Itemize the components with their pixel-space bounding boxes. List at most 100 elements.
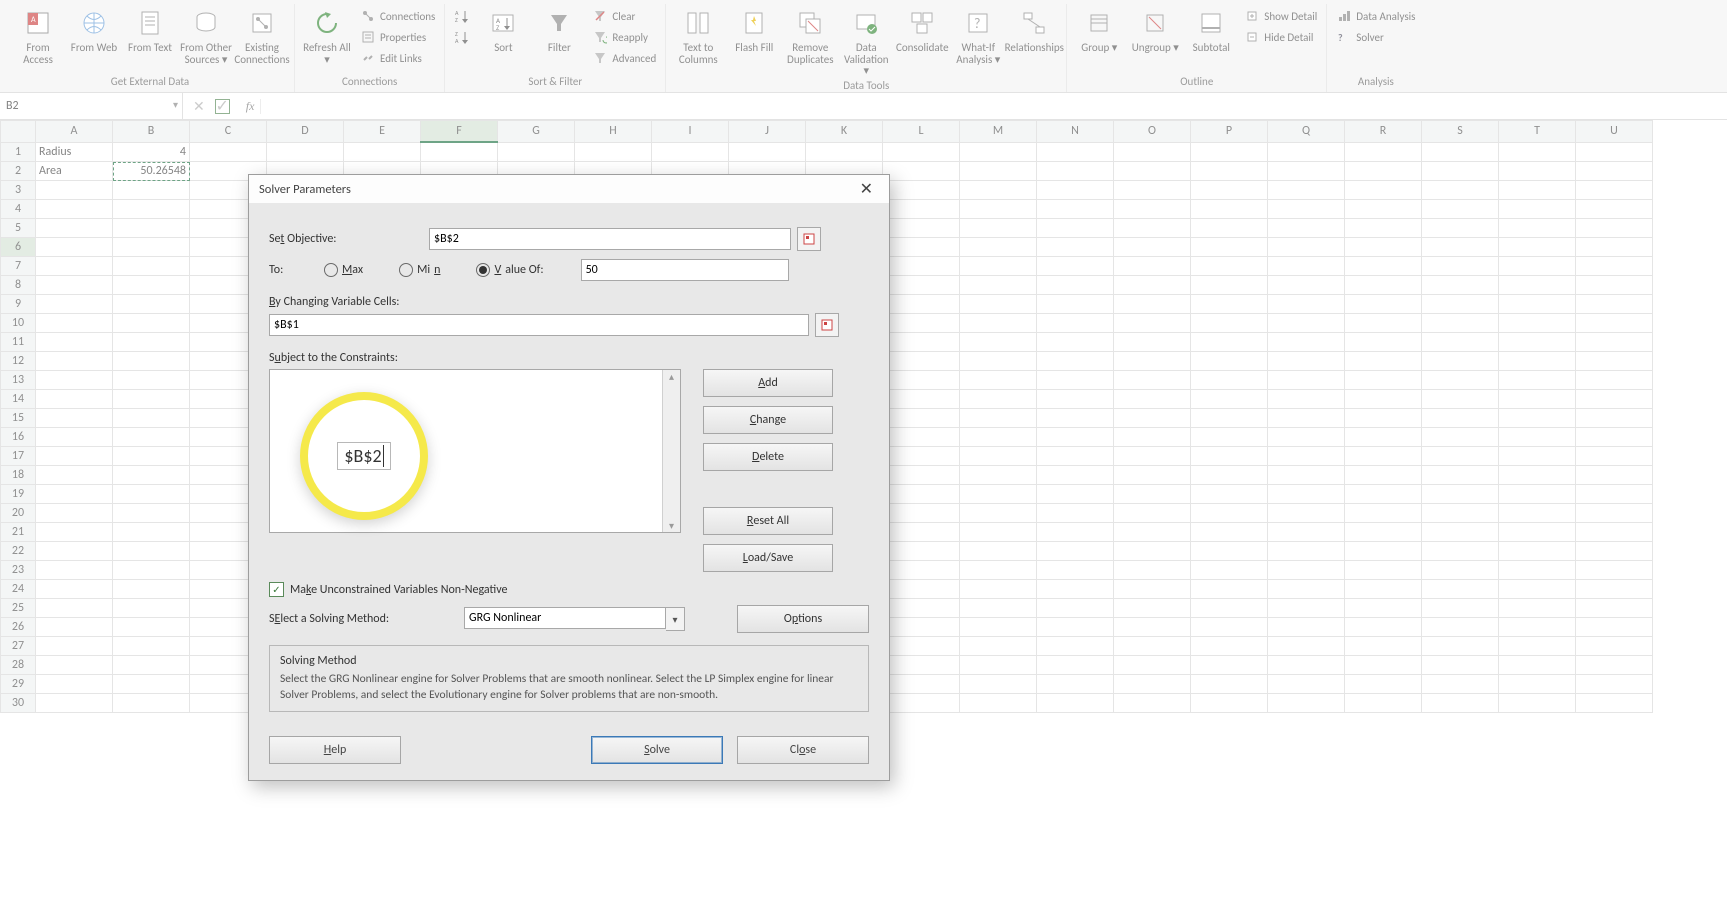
clear-filter-button[interactable]: Clear <box>589 6 659 26</box>
cell[interactable] <box>1499 599 1576 618</box>
cell[interactable] <box>1576 504 1653 523</box>
col-header[interactable]: R <box>1345 121 1422 143</box>
cell[interactable] <box>960 314 1037 333</box>
cell[interactable] <box>1037 466 1114 485</box>
cell[interactable] <box>1114 333 1191 352</box>
cell[interactable] <box>1268 599 1345 618</box>
cell[interactable] <box>113 428 190 447</box>
enter-formula-icon[interactable]: ✓ <box>215 99 230 114</box>
cell[interactable] <box>36 561 113 580</box>
cell[interactable] <box>1114 504 1191 523</box>
cell[interactable] <box>1037 371 1114 390</box>
cell[interactable] <box>1345 656 1422 675</box>
cell[interactable] <box>1499 333 1576 352</box>
col-header[interactable]: D <box>267 121 344 143</box>
cell[interactable] <box>1499 637 1576 656</box>
name-box[interactable]: B2▾ <box>0 93 183 119</box>
cell[interactable] <box>1345 295 1422 314</box>
cell[interactable] <box>1037 276 1114 295</box>
cell[interactable] <box>1499 580 1576 599</box>
cell[interactable] <box>113 637 190 656</box>
cell[interactable] <box>883 238 960 257</box>
cell[interactable] <box>960 618 1037 637</box>
cell[interactable] <box>883 485 960 504</box>
cell[interactable] <box>1268 542 1345 561</box>
cell[interactable] <box>1499 523 1576 542</box>
col-header[interactable]: E <box>344 121 421 143</box>
cell[interactable] <box>1499 542 1576 561</box>
cell[interactable] <box>1268 181 1345 200</box>
row-header[interactable]: 18 <box>1 466 36 485</box>
cell[interactable] <box>1422 675 1499 694</box>
cell[interactable] <box>1345 675 1422 694</box>
cell[interactable] <box>883 656 960 675</box>
advanced-filter-button[interactable]: Advanced <box>589 48 659 68</box>
cell[interactable] <box>113 656 190 675</box>
hide-detail-button[interactable]: Hide Detail <box>1241 27 1320 47</box>
cell[interactable] <box>1345 371 1422 390</box>
cell[interactable] <box>1114 352 1191 371</box>
cell[interactable] <box>113 675 190 694</box>
cell[interactable] <box>1345 162 1422 181</box>
row-header[interactable]: 22 <box>1 542 36 561</box>
unconstrained-checkbox[interactable] <box>269 582 284 597</box>
dialog-titlebar[interactable]: Solver Parameters ✕ <box>249 175 889 203</box>
cell[interactable] <box>36 295 113 314</box>
cell[interactable] <box>1191 599 1268 618</box>
cell[interactable] <box>1114 599 1191 618</box>
cell[interactable] <box>883 295 960 314</box>
cell[interactable] <box>1422 142 1499 162</box>
cell[interactable] <box>1345 390 1422 409</box>
cell[interactable] <box>1114 142 1191 162</box>
cell[interactable] <box>1268 142 1345 162</box>
cell[interactable] <box>1499 219 1576 238</box>
cell[interactable] <box>1499 428 1576 447</box>
cell[interactable] <box>1422 371 1499 390</box>
cell[interactable] <box>36 428 113 447</box>
cell[interactable] <box>1499 257 1576 276</box>
col-header[interactable]: A <box>36 121 113 143</box>
edit-links-button[interactable]: Edit Links <box>357 48 438 68</box>
cell[interactable] <box>1268 485 1345 504</box>
cell[interactable] <box>1499 371 1576 390</box>
cell[interactable] <box>1345 485 1422 504</box>
value-of-input[interactable] <box>581 259 789 281</box>
col-header[interactable]: G <box>498 121 575 143</box>
cell[interactable] <box>36 504 113 523</box>
range-picker-icon[interactable] <box>815 313 839 337</box>
cell[interactable] <box>1114 371 1191 390</box>
solving-method-select[interactable]: ▾ <box>464 607 685 631</box>
cell[interactable] <box>1037 428 1114 447</box>
filter-button[interactable]: Filter <box>533 4 585 54</box>
cell[interactable] <box>883 428 960 447</box>
row-header[interactable]: 3 <box>1 181 36 200</box>
cell[interactable] <box>1268 314 1345 333</box>
row-header[interactable]: 28 <box>1 656 36 675</box>
cell[interactable] <box>1191 656 1268 675</box>
cell[interactable] <box>113 314 190 333</box>
cell[interactable] <box>113 542 190 561</box>
cell[interactable] <box>1576 656 1653 675</box>
cell[interactable] <box>1345 580 1422 599</box>
cell[interactable] <box>1422 447 1499 466</box>
cell[interactable] <box>883 219 960 238</box>
col-header[interactable]: S <box>1422 121 1499 143</box>
cell[interactable] <box>113 409 190 428</box>
remove-duplicates-button[interactable]: Remove Duplicates <box>784 4 836 65</box>
cell[interactable] <box>1499 656 1576 675</box>
cell[interactable] <box>960 428 1037 447</box>
cell[interactable] <box>1037 314 1114 333</box>
cell[interactable] <box>1037 295 1114 314</box>
cell[interactable] <box>113 618 190 637</box>
cell[interactable] <box>1114 561 1191 580</box>
cell[interactable] <box>113 504 190 523</box>
cell[interactable] <box>1037 694 1114 713</box>
row-header[interactable]: 5 <box>1 219 36 238</box>
row-header[interactable]: 7 <box>1 257 36 276</box>
cell[interactable] <box>1576 333 1653 352</box>
reapply-button[interactable]: Reapply <box>589 27 659 47</box>
cell[interactable] <box>1422 694 1499 713</box>
cell[interactable] <box>1576 219 1653 238</box>
solve-button[interactable]: Solve <box>591 736 723 764</box>
cell[interactable] <box>1345 428 1422 447</box>
